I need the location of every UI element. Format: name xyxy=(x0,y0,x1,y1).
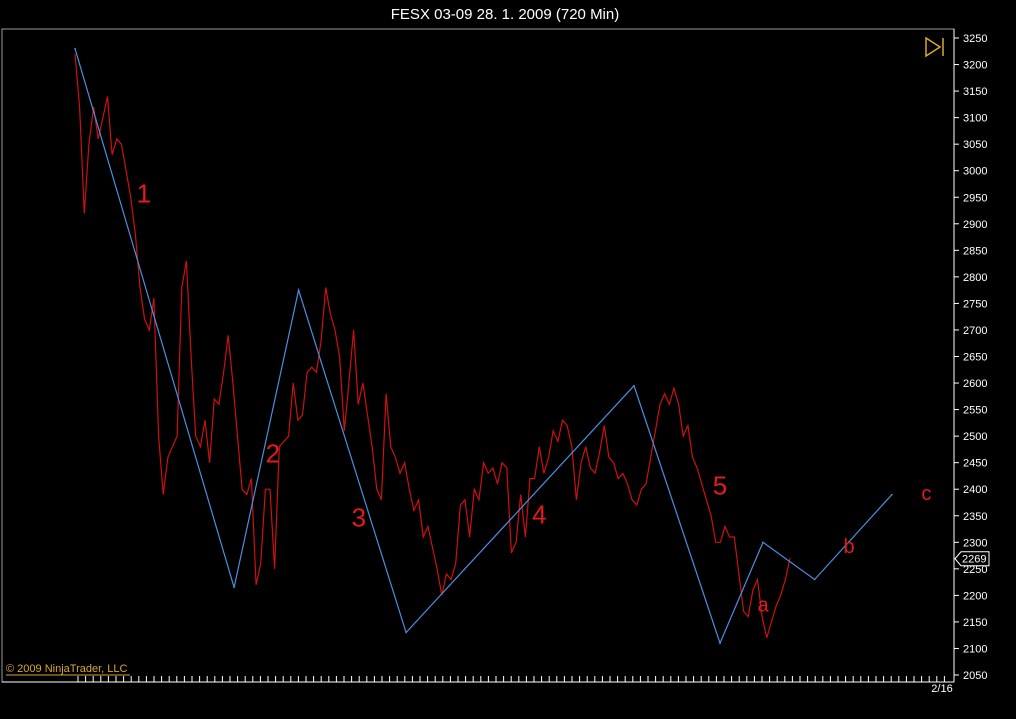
y-tick-label: 2100 xyxy=(963,643,987,655)
copyright-text: © 2009 NinjaTrader, LLC xyxy=(6,663,127,675)
chart-title: FESX 03-09 28. 1. 2009 (720 Min) xyxy=(391,6,619,23)
y-tick-label: 2600 xyxy=(963,378,987,390)
plot-frame xyxy=(1,28,955,683)
wave-label: 5 xyxy=(713,471,727,501)
x-axis xyxy=(77,676,945,682)
wave-point xyxy=(891,493,893,496)
play-to-end-icon[interactable] xyxy=(923,36,947,58)
wave-point xyxy=(719,642,721,644)
y-tick-label: 2300 xyxy=(963,537,987,549)
wave-label: 3 xyxy=(352,502,366,532)
y-tick-label: 2900 xyxy=(963,219,987,231)
wave-point xyxy=(813,578,816,581)
wave-point xyxy=(762,541,764,544)
y-tick-label: 2050 xyxy=(963,670,987,682)
last-price-label: 2269 xyxy=(962,554,986,566)
y-tick-label: 3150 xyxy=(963,86,987,98)
wave-line xyxy=(74,48,893,645)
wave-label: b xyxy=(843,536,854,558)
y-tick-label: 2850 xyxy=(963,245,987,257)
y-tick-label: 3250 xyxy=(963,33,987,45)
y-tick-label: 2500 xyxy=(963,431,987,443)
y-tick-label: 2650 xyxy=(963,352,987,364)
y-tick-label: 2800 xyxy=(963,272,987,284)
y-tick-label: 3200 xyxy=(963,60,987,72)
y-tick-label: 2700 xyxy=(963,325,987,337)
y-tick-label: 3050 xyxy=(963,139,987,151)
wave-labels: 1 2 3 4 5 a b c xyxy=(137,179,932,617)
wave-series xyxy=(74,47,893,645)
wave-point xyxy=(633,384,635,387)
last-price-marker: 2269 xyxy=(954,551,990,567)
y-tick-label: 2550 xyxy=(963,405,987,417)
wave-label: 1 xyxy=(137,179,151,209)
price-series xyxy=(74,53,791,638)
y-tick-label: 2350 xyxy=(963,511,987,523)
price-chart: FESX 03-09 28. 1. 2009 (720 Min) 2050 210… xyxy=(1,6,990,695)
wave-point xyxy=(297,289,300,291)
y-tick-label: 2450 xyxy=(963,458,987,470)
chart-window: FESX 03-09 28. 1. 2009 (720 Min) 2050 210… xyxy=(0,0,1016,719)
wave-point xyxy=(233,586,235,589)
wave-point xyxy=(405,631,407,634)
y-tick-label: 3100 xyxy=(963,113,987,125)
y-tick-label: 3000 xyxy=(963,166,987,178)
y-tick-label: 2200 xyxy=(963,590,987,602)
price-line xyxy=(74,53,791,638)
y-tick-label: 2950 xyxy=(963,192,987,204)
wave-label: c xyxy=(921,483,931,505)
y-tick-label: 2150 xyxy=(963,617,987,629)
wave-label: a xyxy=(757,594,769,616)
wave-label: 2 xyxy=(266,439,280,469)
wave-point xyxy=(74,47,76,50)
wave-label: 4 xyxy=(532,500,546,530)
y-tick-label: 2750 xyxy=(963,298,987,310)
x-tick-label: 2/16 xyxy=(931,683,952,695)
y-axis: 2050210021502200225023002350240024502500… xyxy=(954,33,987,682)
y-tick-label: 2400 xyxy=(963,484,987,496)
